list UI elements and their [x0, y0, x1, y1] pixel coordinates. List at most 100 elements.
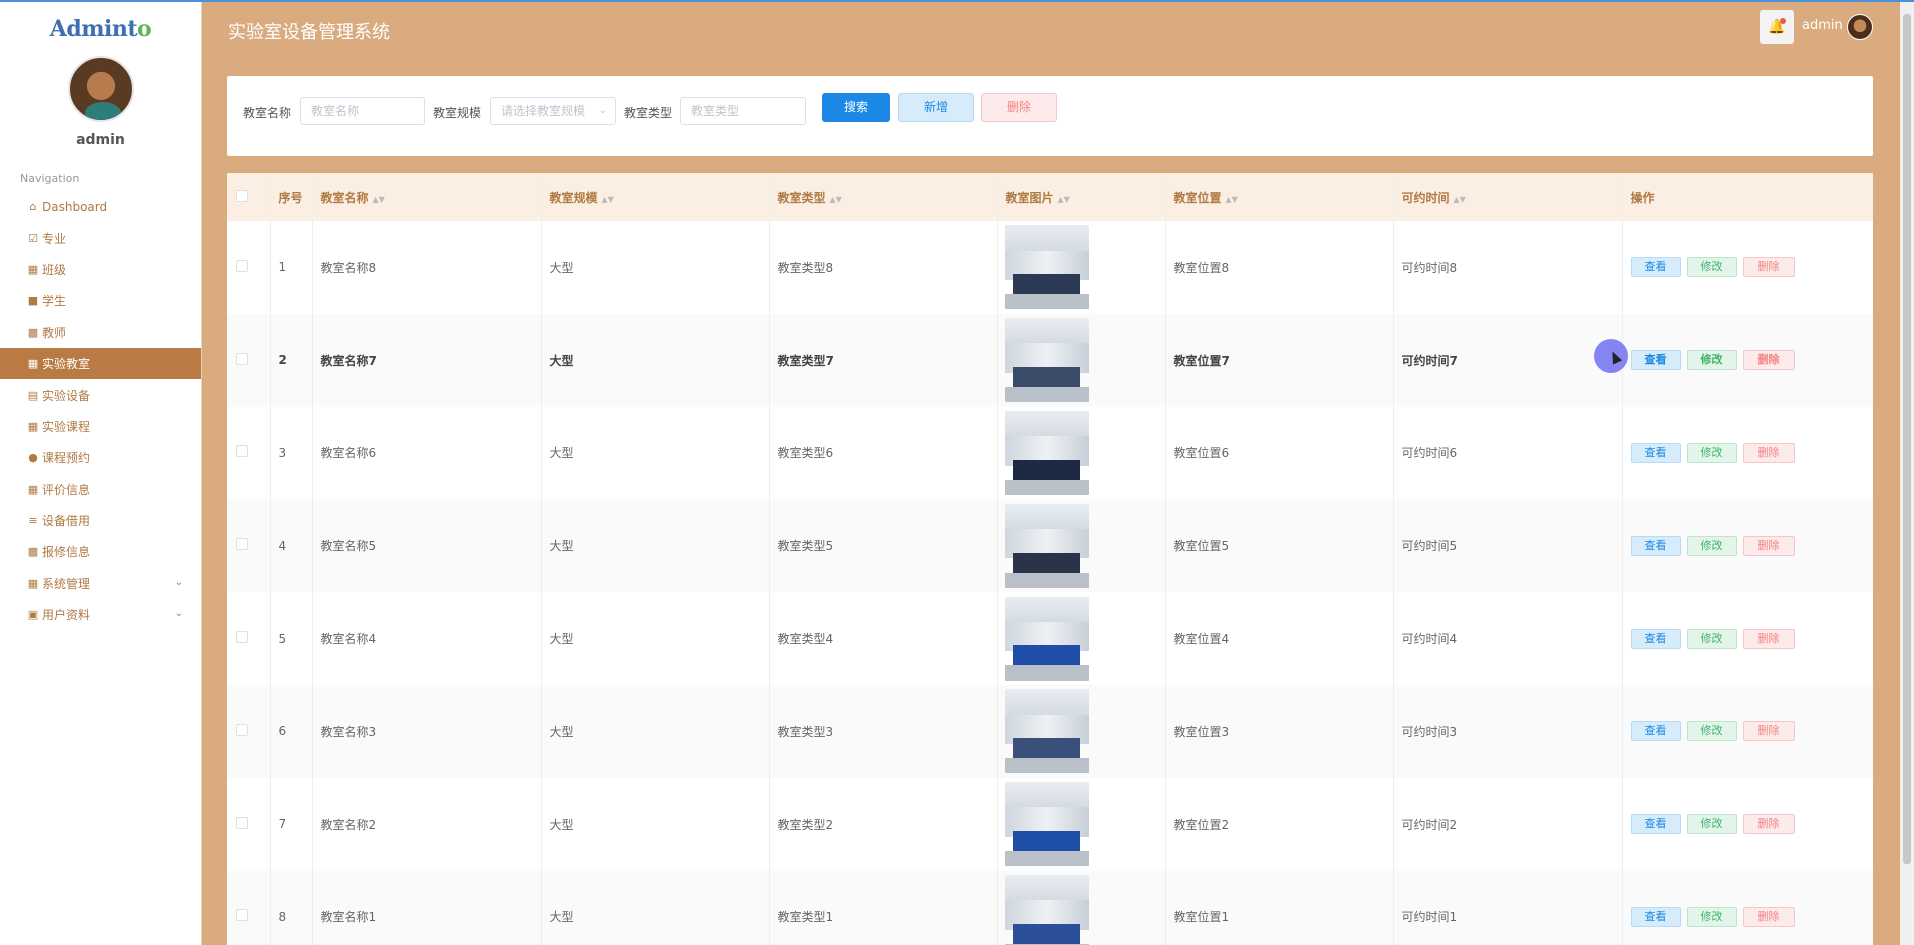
- delete-button[interactable]: 删除: [1742, 442, 1795, 463]
- table-row[interactable]: 6 教室名称3 大型 教室类型3 教室位置3 可约时间3 查看 修改 删除: [227, 684, 1873, 778]
- sidebar-item-4[interactable]: ▩ 教师: [0, 317, 201, 348]
- row-type: 教室类型4: [769, 592, 998, 685]
- column-header-type[interactable]: 教室类型 ▲▼: [769, 173, 998, 221]
- delete-button[interactable]: 删除: [1742, 257, 1795, 278]
- row-checkbox[interactable]: [227, 313, 271, 407]
- row-scale: 大型: [541, 499, 770, 593]
- notification-button[interactable]: 🔔: [1760, 10, 1794, 44]
- sort-icon: ▲▼: [829, 194, 842, 204]
- delete-button[interactable]: 删除: [1742, 535, 1795, 556]
- sidebar: Adminto admin Navigation ⌂ Dashboard ☑ 专业 ▦ 班…: [0, 0, 202, 945]
- delete-button[interactable]: 删除: [1742, 628, 1795, 649]
- sidebar-item-11[interactable]: ▩ 报修信息: [0, 536, 201, 567]
- name-filter-input[interactable]: 教室名称: [300, 97, 425, 125]
- column-header-scale[interactable]: 教室规模 ▲▼: [541, 173, 770, 221]
- row-checkbox[interactable]: [227, 777, 271, 871]
- row-checkbox[interactable]: [227, 870, 271, 945]
- sidebar-item-10[interactable]: ≡ 设备借用: [0, 505, 201, 536]
- column-header-time[interactable]: 可约时间 ▲▼: [1393, 173, 1623, 221]
- view-button[interactable]: 查看: [1630, 257, 1681, 278]
- edit-button[interactable]: 修改: [1686, 721, 1737, 742]
- view-button[interactable]: 查看: [1630, 628, 1681, 649]
- delete-button[interactable]: 删除: [1742, 906, 1795, 927]
- delete-button[interactable]: 删除: [1742, 721, 1795, 742]
- sidebar-item-label: 系统管理: [42, 576, 91, 591]
- edit-button[interactable]: 修改: [1686, 257, 1737, 278]
- sidebar-item-13[interactable]: ▣ 用户资料 ⌄: [0, 599, 201, 630]
- row-image-cell: [997, 684, 1166, 778]
- table-row[interactable]: 5 教室名称4 大型 教室类型4 教室位置4 可约时间4 查看 修改 删除: [227, 592, 1873, 685]
- column-header-name[interactable]: 教室名称 ▲▼: [312, 173, 542, 221]
- sidebar-item-3[interactable]: ■ 学生: [0, 285, 201, 316]
- edit-button[interactable]: 修改: [1686, 628, 1737, 649]
- view-button[interactable]: 查看: [1630, 350, 1681, 371]
- grid-icon: ▦: [27, 262, 39, 276]
- delete-button[interactable]: 删除: [1742, 350, 1795, 371]
- sidebar-item-12[interactable]: ▦ 系统管理 ⌄: [0, 568, 201, 599]
- select-all-checkbox[interactable]: [227, 173, 271, 221]
- view-button[interactable]: 查看: [1630, 906, 1681, 927]
- search-button[interactable]: 搜索: [822, 93, 890, 122]
- edit-button[interactable]: 修改: [1686, 906, 1737, 927]
- table-row[interactable]: 4 教室名称5 大型 教室类型5 教室位置5 可约时间5 查看 修改 删除: [227, 499, 1873, 593]
- sidebar-item-0[interactable]: ⌂ Dashboard: [0, 191, 201, 222]
- search-panel: 教室名称 教室名称 教室规模 请选择教室规模 ⌄ 教室类型 教室类型 搜索 新增…: [227, 76, 1873, 156]
- table-row[interactable]: 7 教室名称2 大型 教室类型2 教室位置2 可约时间2 查看 修改 删除: [227, 777, 1873, 871]
- classroom-thumbnail[interactable]: [1004, 689, 1089, 774]
- sidebar-item-1[interactable]: ☑ 专业: [0, 222, 201, 253]
- classroom-thumbnail[interactable]: [1004, 782, 1089, 867]
- sidebar-item-label: 专业: [42, 231, 67, 246]
- column-header-location[interactable]: 教室位置 ▲▼: [1165, 173, 1394, 221]
- edit-button[interactable]: 修改: [1686, 442, 1737, 463]
- sidebar-item-8[interactable]: ● 课程预约: [0, 442, 201, 473]
- sidebar-item-2[interactable]: ▦ 班级: [0, 254, 201, 285]
- name-filter-label: 教室名称: [243, 106, 292, 120]
- view-button[interactable]: 查看: [1630, 535, 1681, 556]
- edit-button[interactable]: 修改: [1686, 535, 1737, 556]
- classroom-thumbnail[interactable]: [1004, 874, 1089, 945]
- view-button[interactable]: 查看: [1630, 814, 1681, 835]
- delete-button[interactable]: 删除: [1742, 814, 1795, 835]
- sidebar-item-label: Dashboard: [42, 199, 108, 214]
- row-scale: 大型: [541, 221, 770, 314]
- app-logo[interactable]: Adminto: [0, 16, 201, 42]
- row-checkbox[interactable]: [227, 592, 271, 685]
- sidebar-item-5[interactable]: ▦ 实验教室: [0, 347, 201, 380]
- row-index: 2: [270, 313, 313, 407]
- classroom-thumbnail[interactable]: [1004, 318, 1089, 403]
- sidebar-item-9[interactable]: ▦ 评价信息: [0, 474, 201, 505]
- add-button[interactable]: 新增: [898, 93, 974, 122]
- row-type: 教室类型8: [769, 221, 998, 314]
- classroom-thumbnail[interactable]: [1004, 503, 1089, 588]
- classroom-thumbnail[interactable]: [1004, 225, 1089, 310]
- nav-list: ⌂ Dashboard ☑ 专业 ▦ 班级 ■ 学生 ▩ 教师 ▦ 实验教室 ▤ 实验设备 ▦ 实验课程 ● 课程…: [0, 191, 201, 630]
- row-checkbox[interactable]: [227, 406, 271, 500]
- scrollbar-thumb[interactable]: [1903, 14, 1911, 864]
- row-checkbox[interactable]: [227, 684, 271, 778]
- table-row[interactable]: 8 教室名称1 大型 教室类型1 教室位置1 可约时间1 查看 修改 删除: [227, 870, 1873, 945]
- view-button[interactable]: 查看: [1630, 721, 1681, 742]
- view-button[interactable]: 查看: [1630, 442, 1681, 463]
- classroom-thumbnail[interactable]: [1004, 596, 1089, 681]
- row-name: 教室名称5: [312, 499, 542, 593]
- classroom-thumbnail[interactable]: [1004, 410, 1089, 495]
- row-image-cell: [997, 313, 1166, 407]
- column-header-image[interactable]: 教室图片 ▲▼: [997, 173, 1166, 221]
- header-avatar[interactable]: [1847, 14, 1873, 40]
- row-checkbox[interactable]: [227, 499, 271, 593]
- row-checkbox[interactable]: [227, 221, 271, 314]
- scale-filter-select[interactable]: 请选择教室规模 ⌄: [490, 97, 616, 125]
- batch-delete-button[interactable]: 删除: [981, 93, 1057, 122]
- page-scrollbar[interactable]: [1900, 0, 1914, 945]
- sidebar-item-label: 课程预约: [42, 451, 91, 466]
- header-user-name[interactable]: admin: [1802, 18, 1843, 33]
- type-filter-input[interactable]: 教室类型: [680, 97, 806, 125]
- sidebar-item-7[interactable]: ▦ 实验课程: [0, 411, 201, 442]
- edit-button[interactable]: 修改: [1686, 814, 1737, 835]
- edit-button[interactable]: 修改: [1686, 350, 1737, 371]
- row-time: 可约时间7: [1393, 313, 1623, 407]
- column-header-actions: 操作: [1622, 173, 1873, 221]
- sidebar-item-6[interactable]: ▤ 实验设备: [0, 379, 201, 410]
- table-row[interactable]: 1 教室名称8 大型 教室类型8 教室位置8 可约时间8 查看 修改 删除: [227, 221, 1873, 314]
- table-row[interactable]: 3 教室名称6 大型 教室类型6 教室位置6 可约时间6 查看 修改 删除: [227, 406, 1873, 500]
